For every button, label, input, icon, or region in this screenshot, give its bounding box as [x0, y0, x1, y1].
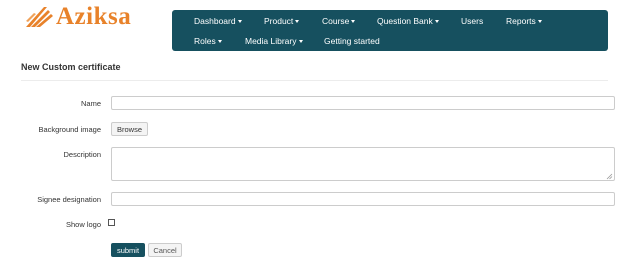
signee-designation-label: Signee designation: [37, 195, 101, 204]
nav-course[interactable]: Course: [322, 16, 356, 26]
browse-button[interactable]: Browse: [111, 122, 148, 136]
background-image-label: Background image: [38, 125, 101, 134]
nav-users[interactable]: Users: [461, 16, 483, 26]
description-textarea[interactable]: [111, 147, 615, 181]
signee-designation-input[interactable]: [111, 192, 615, 206]
description-label: Description: [63, 150, 101, 159]
brand-logo[interactable]: Aziksa: [24, 4, 131, 30]
divider: [21, 80, 608, 81]
nav-media-library-label: Media Library: [245, 36, 297, 46]
caret-down-icon: [295, 20, 300, 24]
caret-down-icon: [217, 40, 222, 44]
nav-getting-started[interactable]: Getting started: [324, 36, 380, 46]
nav-users-label: Users: [461, 16, 484, 26]
caret-down-icon: [537, 20, 542, 24]
name-label: Name: [80, 99, 101, 108]
nav-getting-started-label: Getting started: [324, 36, 380, 46]
cancel-button[interactable]: Cancel: [148, 243, 182, 257]
nav-reports-label: Reports: [506, 16, 536, 26]
nav-reports[interactable]: Reports: [506, 16, 542, 26]
caret-down-icon: [434, 20, 439, 24]
caret-down-icon: [237, 20, 242, 24]
name-input[interactable]: [111, 96, 615, 110]
brand-name: Aziksa: [56, 3, 132, 30]
show-logo-checkbox[interactable]: [108, 219, 115, 226]
nav-product[interactable]: Product: [264, 16, 300, 26]
nav-roles[interactable]: Roles: [194, 36, 222, 46]
nav-dashboard[interactable]: Dashboard: [194, 16, 242, 26]
caret-down-icon: [351, 20, 356, 24]
main-navbar: Dashboard Product Course Question Bank U…: [172, 10, 608, 51]
nav-question-bank[interactable]: Question Bank: [377, 16, 439, 26]
nav-dashboard-label: Dashboard: [194, 16, 236, 26]
nav-product-label: Product: [264, 16, 294, 26]
logo-icon: [26, 7, 53, 27]
caret-down-icon: [298, 40, 303, 44]
nav-course-label: Course: [322, 16, 350, 26]
resize-handle-icon[interactable]: [606, 173, 613, 180]
nav-media-library[interactable]: Media Library: [245, 36, 303, 46]
page-title: New Custom certificate: [21, 62, 121, 72]
nav-question-bank-label: Question Bank: [377, 16, 433, 26]
submit-button[interactable]: submit: [111, 243, 145, 257]
nav-roles-label: Roles: [194, 36, 216, 46]
show-logo-label: Show logo: [65, 220, 101, 229]
